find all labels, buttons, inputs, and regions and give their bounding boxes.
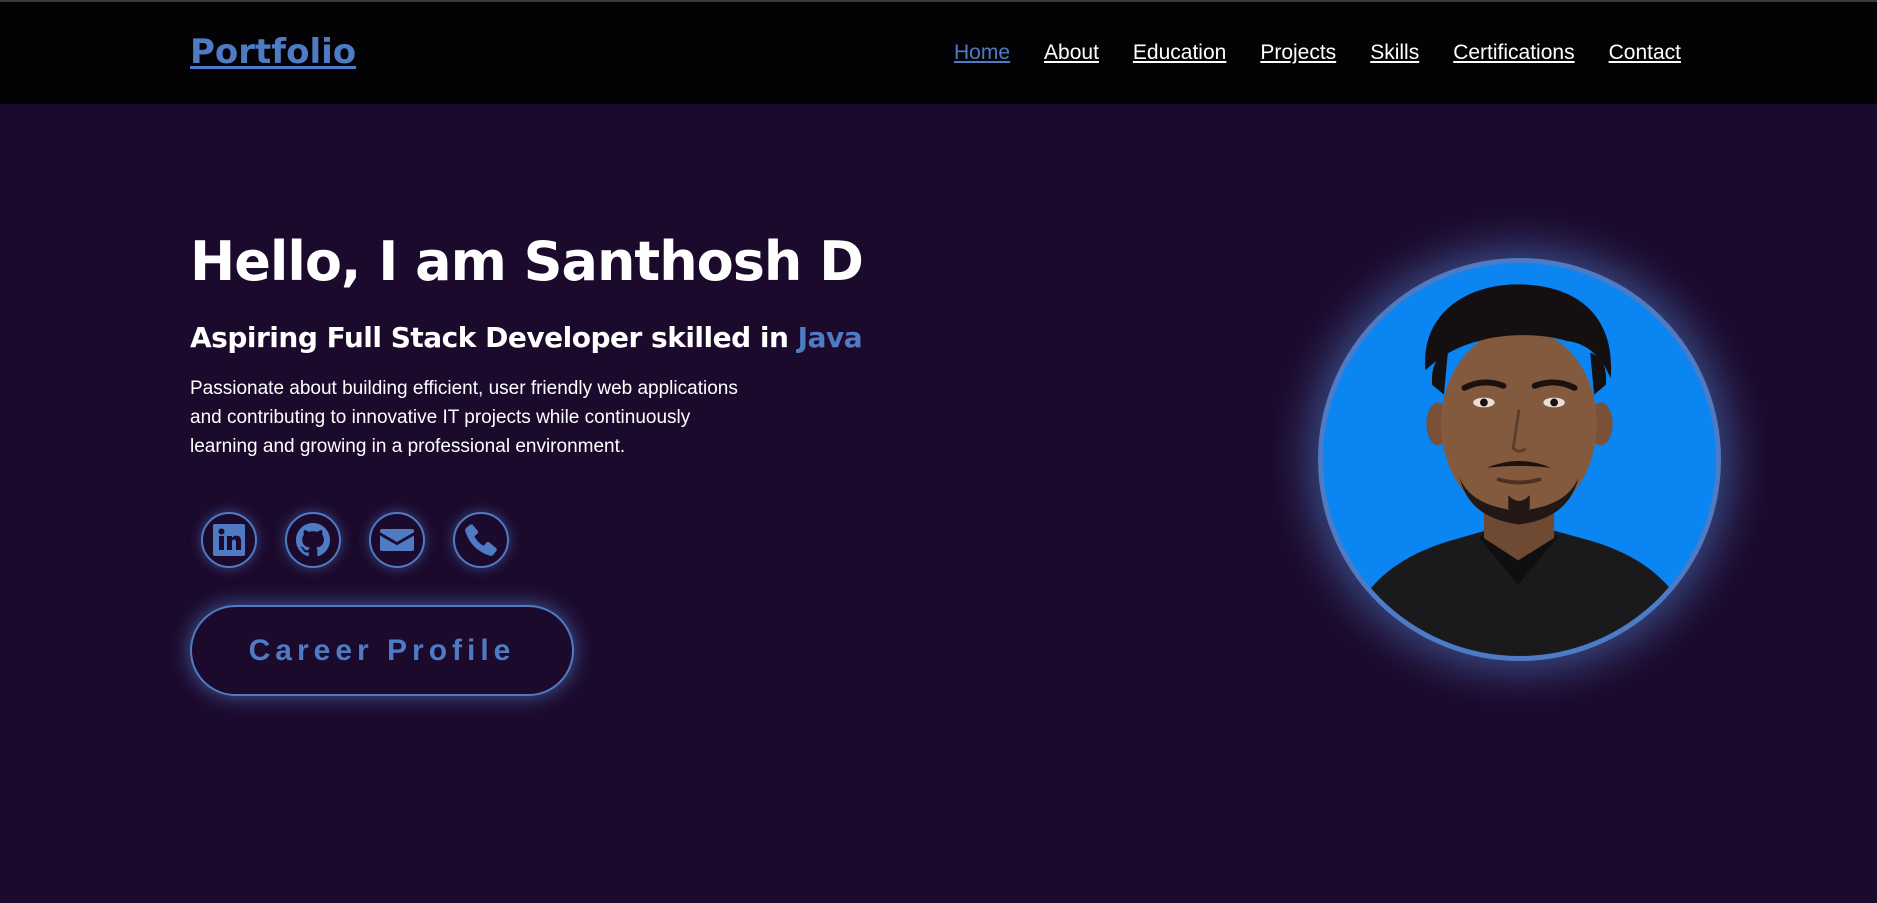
mail-icon [380,529,414,551]
nav-projects[interactable]: Projects [1260,41,1336,65]
site-header: Portfolio Home About Education Projects … [0,2,1877,104]
github-link[interactable] [285,512,341,568]
hero-description: Passionate about building efficient, use… [190,378,738,457]
github-icon [296,523,330,557]
nav-about[interactable]: About [1044,41,1099,65]
nav-skills[interactable]: Skills [1370,41,1419,65]
person-portrait-image [1323,263,1716,656]
career-profile-button[interactable]: Career Profile [190,605,574,696]
linkedin-link[interactable] [201,512,257,568]
hero-section: Hello, I am Santhosh D Aspiring Full Sta… [0,104,1877,903]
nav-education[interactable]: Education [1133,41,1226,65]
nav-home[interactable]: Home [954,41,1010,65]
phone-link[interactable] [453,512,509,568]
nav-contact[interactable]: Contact [1609,41,1681,65]
linkedin-icon [213,524,245,556]
email-link[interactable] [369,512,425,568]
hero-subtitle: Aspiring Full Stack Developer skilled in… [190,321,863,354]
phone-icon [465,524,497,556]
logo-link[interactable]: Portfolio [190,32,356,72]
subtitle-text: Aspiring Full Stack Developer skilled in [190,321,789,354]
social-links [201,512,537,568]
main-nav: Home About Education Projects Skills Cer… [954,41,1681,65]
hero-title: Hello, I am Santhosh D [190,230,864,293]
subtitle-highlight: Java [797,321,863,354]
nav-certifications[interactable]: Certifications [1453,41,1574,65]
profile-photo [1318,258,1721,661]
